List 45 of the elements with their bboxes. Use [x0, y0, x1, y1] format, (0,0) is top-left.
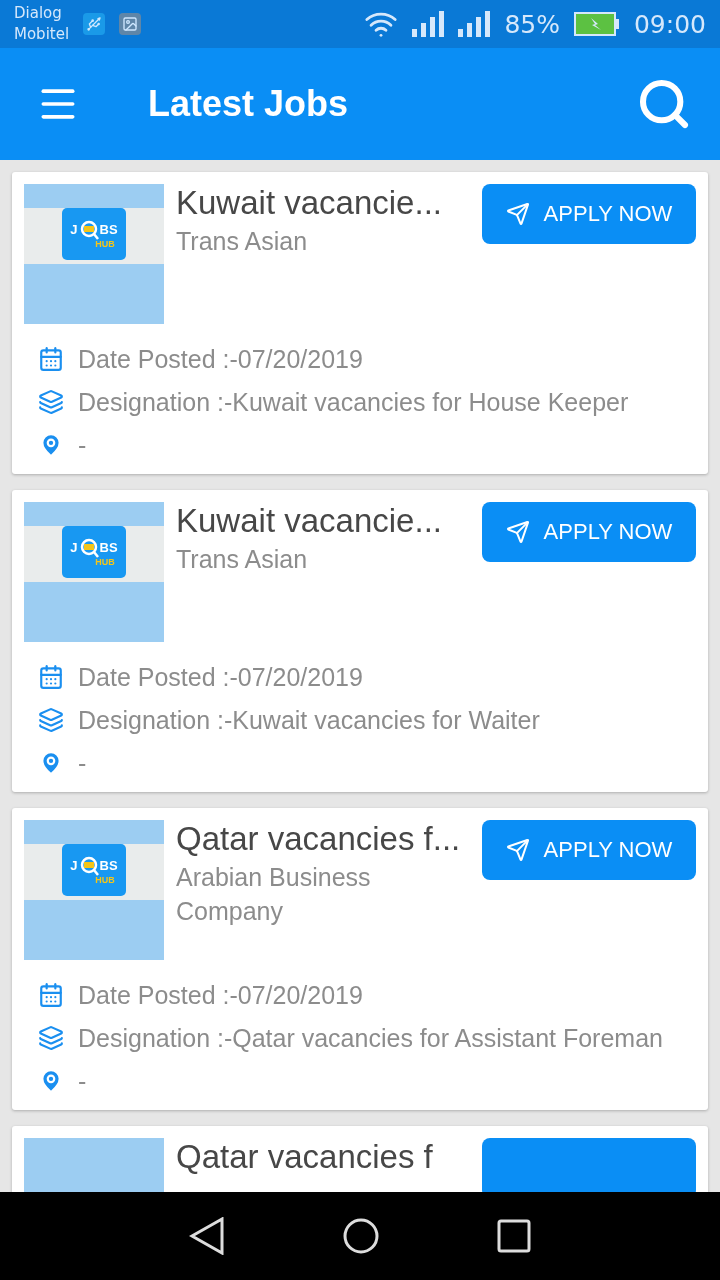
send-icon	[505, 838, 530, 862]
signal-icon	[458, 11, 491, 37]
send-icon	[505, 202, 530, 226]
calendar-icon	[38, 982, 64, 1008]
company-name: Trans Asian	[176, 226, 309, 257]
job-card[interactable]: J BS HUB Qatar vacancies f... Arabian Business Company APPLY NOW Date Posted :-07/20/2019 Designation :-Qatar vacancies for Assistant Foreman -	[12, 808, 708, 1110]
jobs-hub-logo: J BS HUB	[62, 208, 126, 260]
recents-button[interactable]	[497, 1219, 531, 1253]
job-detail: Date Posted :-07/20/2019	[78, 662, 363, 693]
usb-icon	[83, 13, 106, 35]
layers-icon	[38, 389, 64, 415]
company-name: Trans Asian	[176, 544, 309, 575]
job-detail: Date Posted :-07/20/2019	[78, 980, 363, 1011]
job-detail: Designation :-Qatar vacancies for Assistant Foreman	[78, 1023, 663, 1054]
company-name: Arabian Business Company	[176, 862, 372, 927]
jobs-hub-logo: J BS HUB	[62, 526, 126, 578]
job-detail: -	[78, 430, 87, 461]
layers-icon	[38, 707, 64, 733]
calendar-icon	[38, 346, 64, 372]
battery-percent: 85%	[504, 9, 560, 39]
carrier-name: Dialog	[14, 3, 63, 24]
image-icon	[119, 13, 142, 35]
battery-icon	[573, 12, 620, 36]
job-card[interactable]: J BS HUB Kuwait vacancie... Trans Asian APPLY NOW Date Posted :-07/20/2019 Designation :-Kuwait vacancies for House Keeper -	[12, 172, 708, 474]
job-detail: -	[78, 748, 87, 779]
job-card[interactable]: J BS HUB Kuwait vacancie... Trans Asian APPLY NOW Date Posted :-07/20/2019 Designation :-Kuwait vacancies for Waiter -	[12, 490, 708, 792]
job-title: Qatar vacancies f...	[176, 819, 462, 859]
home-button[interactable]	[343, 1218, 379, 1254]
carrier-name: Mobitel	[14, 24, 70, 45]
jobs-hub-logo: J BS HUB	[62, 844, 126, 896]
signal-icon	[412, 11, 445, 37]
job-detail: Designation :-Kuwait vacancies for House Keeper	[78, 387, 629, 418]
job-title: Qatar vacancies f	[176, 1137, 434, 1177]
job-card[interactable]: Qatar vacancies f	[12, 1126, 708, 1192]
back-button[interactable]	[189, 1217, 225, 1255]
clock: 09:00	[633, 9, 706, 39]
layers-icon	[38, 1025, 64, 1051]
app-bar-title: Latest Jobs	[148, 83, 350, 125]
job-title: Kuwait vacancie...	[176, 501, 443, 541]
calendar-icon	[38, 664, 64, 690]
job-detail: -	[78, 1066, 87, 1097]
job-detail: Date Posted :-07/20/2019	[78, 344, 363, 375]
job-title: Kuwait vacancie...	[176, 183, 443, 223]
job-detail: Designation :-Kuwait vacancies for Waiter	[78, 705, 540, 736]
send-icon	[505, 520, 530, 544]
